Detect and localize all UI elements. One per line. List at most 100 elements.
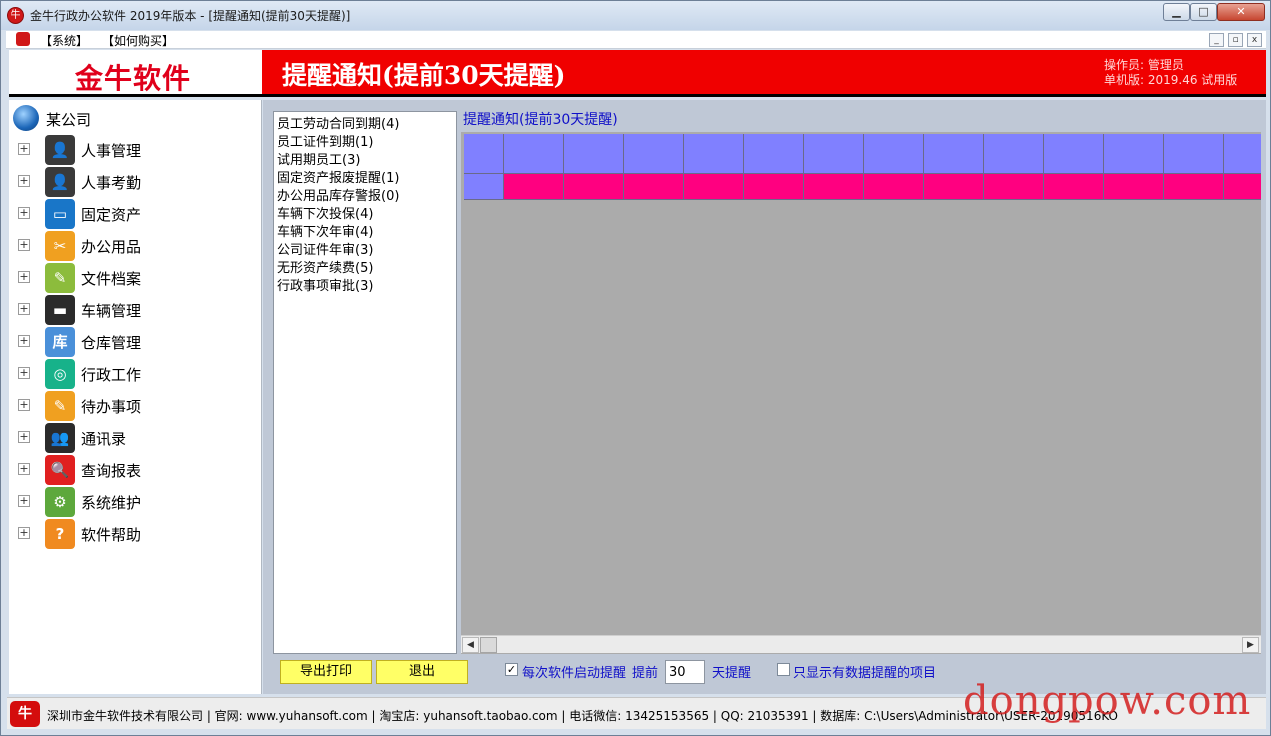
tree-item-label: 办公用品 — [81, 238, 142, 256]
tree-item[interactable]: + 🔍 查询报表 — [9, 454, 259, 486]
maximize-button[interactable]: □ — [1190, 3, 1217, 21]
reminder-list-item[interactable]: 员工证件到期(1) — [277, 131, 373, 150]
tree-item[interactable]: + ▬ 车辆管理 — [9, 294, 259, 326]
grid-header-cell[interactable] — [564, 134, 624, 174]
menu-how-to-buy[interactable]: 【如何购买】 — [102, 32, 174, 49]
menu-system[interactable]: 【系统】 — [40, 32, 88, 49]
grid-header-cell[interactable] — [864, 134, 924, 174]
grid-header-cell[interactable] — [504, 134, 564, 174]
grid-header-cell[interactable] — [984, 134, 1044, 174]
scroll-left-arrow-icon[interactable]: ◀ — [462, 637, 479, 653]
tree-item[interactable]: + ✎ 文件档案 — [9, 262, 259, 294]
startup-reminder-checkbox[interactable]: ✓ — [505, 663, 518, 676]
expand-icon[interactable]: + — [18, 271, 30, 283]
mdi-minimize-button[interactable]: _ — [1209, 33, 1224, 47]
data-grid[interactable] — [461, 132, 1261, 654]
grid-row-header-cell[interactable] — [464, 174, 504, 200]
menu-bar: 【系统】 【如何购买】 _ ▫ x — [6, 31, 1266, 49]
tree-item-label: 待办事项 — [81, 398, 142, 416]
grid-header-cell[interactable] — [1044, 134, 1104, 174]
grid-header-cell[interactable] — [924, 134, 984, 174]
grid-header-cell[interactable] — [804, 134, 864, 174]
notebook-icon: ✎ — [45, 263, 75, 293]
tree-item[interactable]: + ✎ 待办事项 — [9, 390, 259, 422]
mdi-close-button[interactable]: x — [1247, 33, 1262, 47]
tree-item[interactable]: + ✂ 办公用品 — [9, 230, 259, 262]
grid-header-cell[interactable] — [464, 134, 504, 174]
grid-cell[interactable] — [504, 174, 564, 200]
tree-item[interactable]: + ◎ 行政工作 — [9, 358, 259, 390]
only-data-checkbox[interactable] — [777, 663, 790, 676]
tree-item[interactable]: + 👤 人事管理 — [9, 134, 259, 166]
expand-icon[interactable]: + — [18, 367, 30, 379]
menu-app-icon[interactable] — [16, 32, 30, 46]
grid-header-cell[interactable] — [1164, 134, 1224, 174]
only-data-label: 只显示有数据提醒的项目 — [793, 666, 937, 681]
grid-cell[interactable] — [1104, 174, 1164, 200]
expand-icon[interactable]: + — [18, 239, 30, 251]
scroll-right-arrow-icon[interactable]: ▶ — [1242, 637, 1259, 653]
grid-header-cell[interactable] — [744, 134, 804, 174]
tree-item-label: 行政工作 — [81, 366, 142, 384]
expand-icon[interactable]: + — [18, 463, 30, 475]
tree-item[interactable]: + ⚙ 系统维护 — [9, 486, 259, 518]
nav-tree: 某公司 + 👤 人事管理 + 👤 人事考勤 + ▭ 固定资产 + ✂ 办公用品 + ✎ 文件档案 + ▬ 车辆管理… — [9, 100, 262, 694]
expand-icon[interactable]: + — [18, 143, 30, 155]
tree-item[interactable]: +? 软件帮助 — [9, 518, 259, 550]
reminder-list-item[interactable]: 试用期员工(3) — [277, 149, 360, 168]
grid-cell[interactable] — [564, 174, 624, 200]
tree-item[interactable]: + 👤 人事考勤 — [9, 166, 259, 198]
window-title: 金牛行政办公软件 2019年版本 - [提醒通知(提前30天提醒)] — [30, 9, 351, 23]
reminder-list-item[interactable]: 无形资产续费(5) — [277, 257, 373, 276]
reminder-list-item[interactable]: 车辆下次投保(4) — [277, 203, 373, 222]
advance-days-input[interactable] — [665, 660, 705, 684]
tree-item[interactable]: + 库仓库管理 — [9, 326, 259, 358]
reminder-list-item[interactable]: 固定资产报废提醒(1) — [277, 167, 399, 186]
reminder-list-item[interactable]: 车辆下次年审(4) — [277, 221, 373, 240]
expand-icon[interactable]: + — [18, 175, 30, 187]
expand-icon[interactable]: + — [18, 495, 30, 507]
grid-header-cell[interactable] — [684, 134, 744, 174]
reminder-list-item[interactable]: 公司证件年审(3) — [277, 239, 373, 258]
expand-icon[interactable]: + — [18, 527, 30, 539]
reminder-list-item[interactable]: 行政事项审批(3) — [277, 275, 373, 294]
export-print-button[interactable]: 导出打印 — [280, 660, 372, 684]
expand-icon[interactable]: + — [18, 399, 30, 411]
horizontal-scrollbar[interactable]: ◀ ▶ — [461, 635, 1261, 653]
grid-cell[interactable] — [924, 174, 984, 200]
grid-cell[interactable] — [1224, 174, 1261, 200]
grid-header-cell[interactable] — [1104, 134, 1164, 174]
reminder-list-item[interactable]: 员工劳动合同到期(4) — [277, 113, 399, 132]
grid-header-cell[interactable] — [624, 134, 684, 174]
close-button[interactable]: ✕ — [1217, 3, 1265, 21]
brand-logo: 金牛软件 — [75, 62, 192, 95]
grid-cell[interactable] — [1044, 174, 1104, 200]
expand-icon[interactable]: + — [18, 431, 30, 443]
tree-item-label: 软件帮助 — [81, 526, 142, 544]
reminder-list-item[interactable]: 办公用品库存警报(0) — [277, 185, 399, 204]
tree-item[interactable]: + 👥 通讯录 — [9, 422, 259, 454]
expand-icon[interactable]: + — [18, 335, 30, 347]
logo-panel: 金牛软件 — [9, 50, 262, 97]
reminder-list[interactable]: 员工劳动合同到期(4) 员工证件到期(1) 试用期员工(3) 固定资产报废提醒(1) 办… — [273, 111, 457, 654]
grid-cell[interactable] — [624, 174, 684, 200]
title-bar[interactable]: 牛 金牛行政办公软件 2019年版本 - [提醒通知(提前30天提醒)] ▁ □… — [1, 1, 1270, 30]
expand-icon[interactable]: + — [18, 303, 30, 315]
watermark: dongpow.com — [963, 678, 1252, 724]
grid-cell[interactable] — [804, 174, 864, 200]
grid-cell[interactable] — [1164, 174, 1224, 200]
minimize-button[interactable]: ▁ — [1163, 3, 1190, 21]
tree-item[interactable]: + ▭ 固定资产 — [9, 198, 259, 230]
tree-item-label: 查询报表 — [81, 462, 142, 480]
expand-icon[interactable]: + — [18, 207, 30, 219]
scroll-thumb[interactable] — [480, 637, 497, 653]
grid-cell[interactable] — [744, 174, 804, 200]
grid-cell[interactable] — [684, 174, 744, 200]
mdi-restore-button[interactable]: ▫ — [1228, 33, 1243, 47]
exit-button[interactable]: 退出 — [376, 660, 468, 684]
app-window: 牛 金牛行政办公软件 2019年版本 - [提醒通知(提前30天提醒)] ▁ □… — [0, 0, 1271, 736]
grid-cell[interactable] — [864, 174, 924, 200]
tree-item-label: 人事考勤 — [81, 174, 142, 192]
grid-cell[interactable] — [984, 174, 1044, 200]
grid-header-cell[interactable] — [1224, 134, 1261, 174]
